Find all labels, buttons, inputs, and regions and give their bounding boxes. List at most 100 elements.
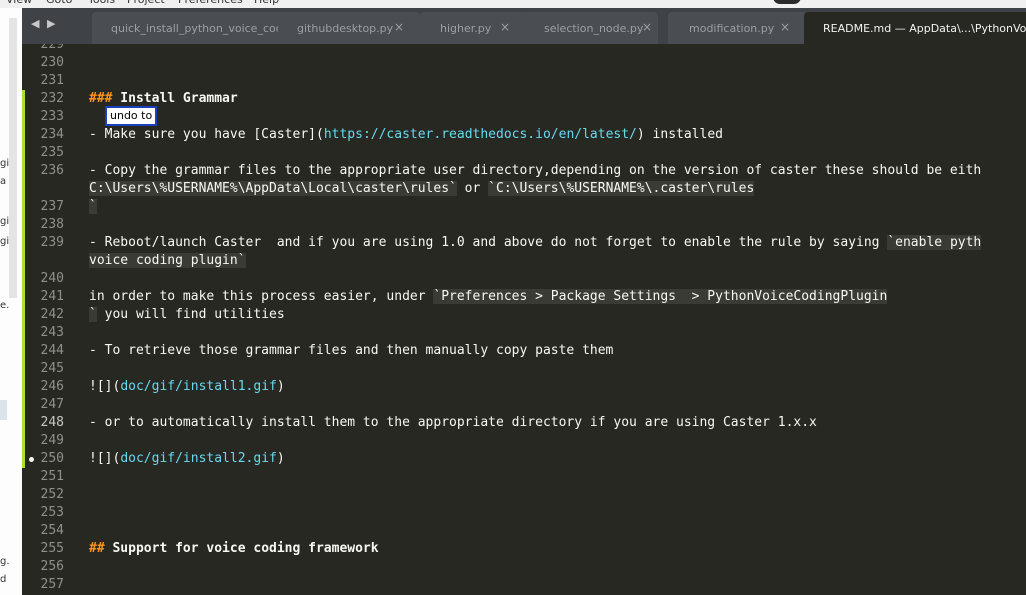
code-token: ![]( — [89, 379, 121, 394]
code-token: - Make sure you have [Caster]( — [89, 127, 324, 142]
menu-item-help[interactable]: Help — [254, 0, 279, 6]
code-text: - Make sure you have [Caster](https://ca… — [89, 126, 723, 144]
tab-5[interactable]: README.md — AppData\...\PythonVoiceC — [804, 8, 1026, 44]
code-line[interactable]: 233 — [22, 108, 1026, 126]
code-line[interactable]: 242 ` you will find utilities — [22, 306, 1026, 324]
code-line[interactable]: 246 ![](doc/gif/install1.gif) — [22, 378, 1026, 396]
code-line[interactable]: 253 — [22, 504, 1026, 522]
close-icon[interactable]: × — [500, 20, 510, 34]
code-line[interactable]: 245 — [22, 360, 1026, 378]
code-line[interactable]: 250 ![](doc/gif/install2.gif) — [22, 450, 1026, 468]
close-icon[interactable]: × — [642, 20, 652, 34]
code-token: voice coding plugin` — [89, 253, 246, 268]
code-line[interactable]: 256 — [22, 558, 1026, 576]
line-number: 240 — [40, 271, 64, 286]
code-line[interactable]: 248 - or to automatically install them to… — [22, 414, 1026, 432]
code-line[interactable]: 249 — [22, 432, 1026, 450]
line-number: 229 — [40, 44, 64, 52]
code-line[interactable]: 231 — [22, 72, 1026, 90]
tab-2[interactable]: higher.py × — [420, 8, 536, 44]
code-token: https://caster.readthedocs.io/en/latest/ — [323, 127, 637, 142]
line-number: 232 — [40, 91, 64, 106]
code-line[interactable]: 235 — [22, 144, 1026, 162]
tab-label: README.md — AppData\...\PythonVoiceC — [823, 22, 1026, 35]
tab-label: selection_node.py — [544, 22, 644, 35]
tab-label: quick_install_python_voice_coding_ — [111, 22, 306, 35]
left-pane-selected-row[interactable] — [0, 400, 7, 420]
code-line[interactable]: 232 ### Install Grammar — [22, 90, 1026, 108]
code-line[interactable]: 243 — [22, 324, 1026, 342]
line-number: 252 — [40, 487, 64, 502]
menu-item-tools[interactable]: Tools — [88, 0, 115, 6]
code-editor[interactable]: undo to 229 230 231 232 ### Install Grammar 2… — [22, 44, 1026, 595]
code-line[interactable]: 240 — [22, 270, 1026, 288]
code-token: doc/gif/install1.gif — [120, 379, 277, 394]
line-number: 234 — [40, 127, 64, 142]
code-token: in order to make this process easier, un… — [89, 289, 434, 304]
line-number: 244 — [40, 343, 64, 358]
left-pane-scrollbar[interactable] — [9, 18, 17, 298]
code-text: - Reboot/launch Caster and if you are us… — [89, 234, 982, 252]
code-token: `enable pyth — [887, 235, 982, 250]
code-token: `C:\Users\%USERNAME%\.caster\rules — [488, 181, 755, 196]
code-token: ## — [89, 541, 105, 556]
code-token: `Preferences > Package Settings > Python… — [433, 289, 888, 304]
code-token: - To retrieve those grammar files and th… — [89, 343, 614, 358]
code-line[interactable]: 252 — [22, 486, 1026, 504]
code-line[interactable]: 244 - To retrieve those grammar files and… — [22, 342, 1026, 360]
tab-bar: ◀ ▶ quick_install_python_voice_coding_ gi… — [22, 8, 1026, 44]
code-text: - or to automatically install them to th… — [89, 414, 817, 432]
line-number: 254 — [40, 523, 64, 538]
code-token: ) — [276, 379, 285, 394]
code-line[interactable]: 241 in order to make this process easier,… — [22, 288, 1026, 306]
code-line[interactable]: C:\Users\%USERNAME%\AppData\Local\caster… — [22, 180, 1026, 198]
code-token: doc/gif/install2.gif — [120, 451, 277, 466]
tab-nav-arrows-icon[interactable]: ◀ ▶ — [31, 17, 57, 30]
code-line[interactable]: 238 — [22, 216, 1026, 234]
close-icon[interactable]: × — [394, 20, 404, 34]
menu-item-preferences[interactable]: Preferences — [178, 0, 243, 6]
code-line[interactable]: 254 — [22, 522, 1026, 540]
tab-label: modification.py — [689, 22, 775, 35]
tab-label: higher.py — [440, 22, 492, 35]
left-pane-text-fragment: gi — [0, 216, 10, 227]
tab-0[interactable]: quick_install_python_voice_coding_ — [92, 8, 305, 44]
code-line[interactable]: 257 — [22, 576, 1026, 594]
tab-4[interactable]: modification.py × — [668, 8, 808, 44]
menu-item-project[interactable]: Project — [127, 0, 165, 6]
line-number: 233 — [40, 109, 64, 124]
code-line[interactable]: 229 — [22, 44, 1026, 54]
code-token: C:\Users\%USERNAME%\AppData\Local\caster… — [89, 181, 457, 196]
line-number: 253 — [40, 505, 64, 520]
code-line[interactable]: voice coding plugin` — [22, 252, 1026, 270]
window-control-icon[interactable] — [773, 0, 801, 4]
close-icon[interactable]: × — [780, 20, 790, 34]
code-text: voice coding plugin` — [89, 252, 246, 270]
code-line[interactable]: 234 - Make sure you have [Caster](https:/… — [22, 126, 1026, 144]
left-pane-text-fragment: gi — [0, 158, 10, 169]
code-line[interactable]: 247 — [22, 396, 1026, 414]
code-token: - Reboot/launch Caster and if you are us… — [89, 235, 888, 250]
line-number: 257 — [40, 577, 64, 592]
code-token: or — [456, 181, 489, 196]
code-line[interactable]: 236 - Copy the grammar files to the appro… — [22, 162, 1026, 180]
code-line[interactable]: 251 — [22, 468, 1026, 486]
line-number: 249 — [40, 433, 64, 448]
gutter-modified-marker — [22, 90, 25, 468]
code-line[interactable]: 237 ` — [22, 198, 1026, 216]
left-pane-text-fragment: e. — [0, 300, 10, 311]
bookmark-dot-icon — [29, 457, 34, 462]
tab-1[interactable]: githubdesktop.py × — [278, 8, 420, 44]
code-token: ### — [89, 91, 113, 106]
code-token: Install Grammar — [112, 91, 238, 106]
menu-item-goto[interactable]: Goto — [46, 0, 72, 6]
code-token: ` — [89, 199, 97, 214]
code-line[interactable]: 230 — [22, 54, 1026, 72]
menu-item-view[interactable]: View — [6, 0, 32, 6]
tab-label: githubdesktop.py — [297, 22, 394, 35]
code-text: ![](doc/gif/install1.gif) — [89, 378, 285, 396]
code-line[interactable]: 239 - Reboot/launch Caster and if you are… — [22, 234, 1026, 252]
code-line[interactable]: 255 ## Support for voice coding framework — [22, 540, 1026, 558]
tab-3[interactable]: selection_node.py × — [524, 8, 658, 44]
code-text: in order to make this process easier, un… — [89, 288, 888, 306]
